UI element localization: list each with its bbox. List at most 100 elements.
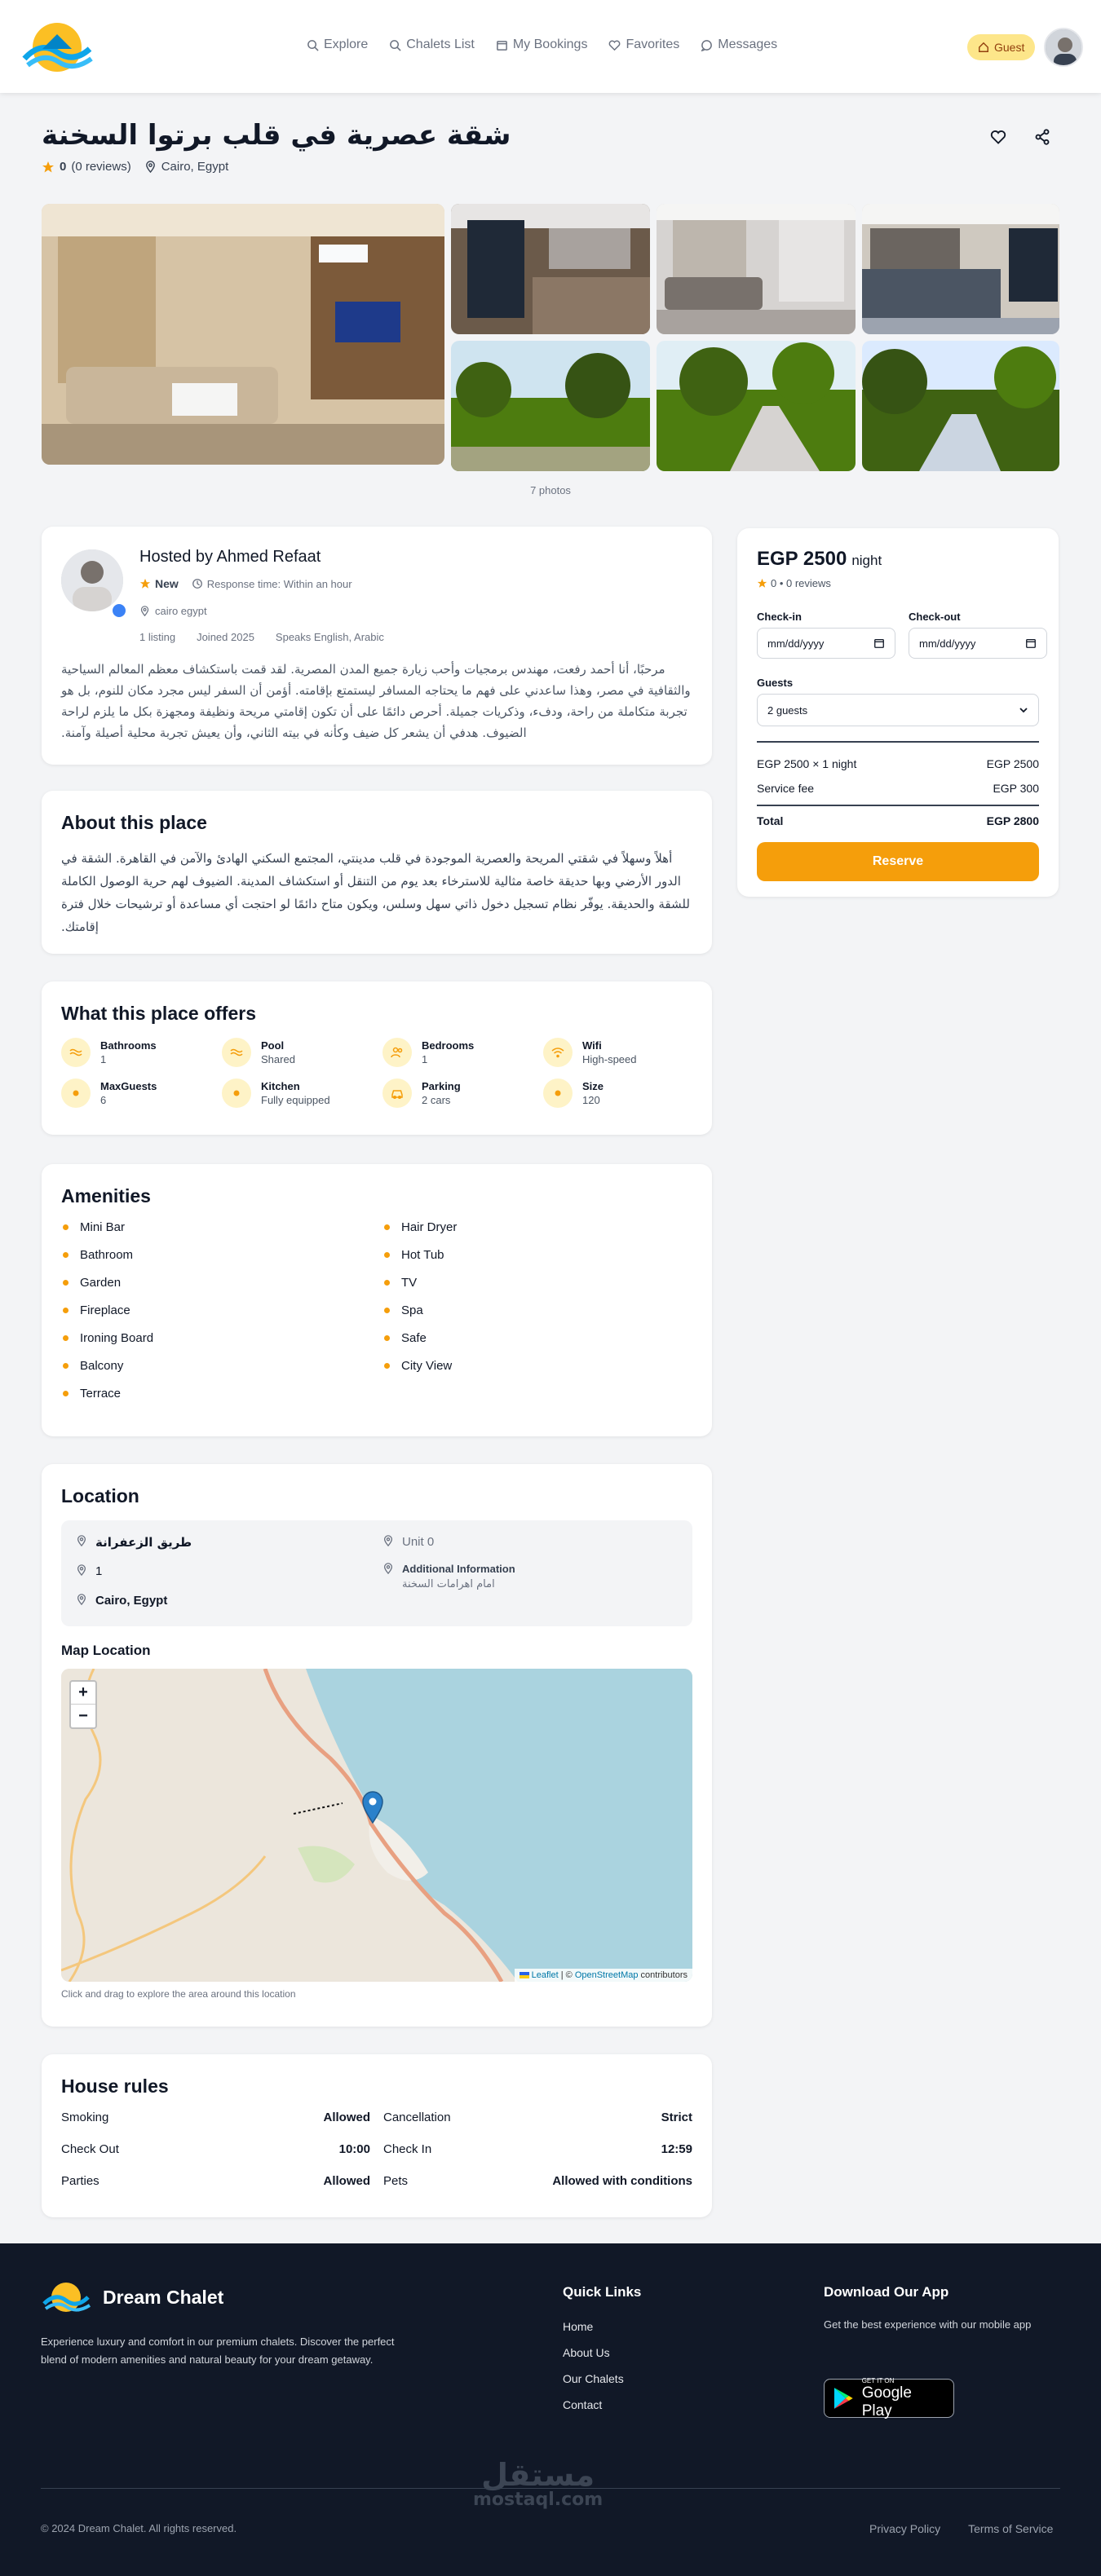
star-icon [139, 578, 151, 589]
map-zoom-control: + − [69, 1680, 97, 1729]
map-pin-icon [77, 1594, 86, 1605]
street-value: طريق الزعفرانة [95, 1535, 192, 1550]
amenity-item: Terrace [61, 1387, 382, 1400]
host-bio: مرحبًا، أنا أحمد رفعت، مهندس برمجيات وأح… [61, 662, 691, 740]
photo-garden-3[interactable] [862, 341, 1059, 471]
nav-my-bookings[interactable]: My Bookings [496, 37, 587, 52]
zoom-out-button[interactable]: − [71, 1705, 95, 1727]
footer-brand[interactable]: Dream Chalet [41, 2279, 223, 2315]
bullet-icon [63, 1224, 69, 1230]
service-fee-value: EGP 300 [993, 782, 1039, 795]
home-icon [979, 42, 988, 52]
total-label: Total [757, 814, 784, 827]
amenity-item: Bathroom [61, 1248, 382, 1262]
bullet-icon [384, 1335, 390, 1341]
map-pin-icon [383, 1535, 393, 1546]
amenity-item: Mini Bar [61, 1220, 382, 1234]
avatar[interactable] [1044, 28, 1083, 67]
photo-main[interactable] [42, 204, 444, 465]
nav-explore[interactable]: Explore [307, 37, 368, 52]
offer-sub: 1 [100, 1053, 107, 1065]
checkout-input[interactable]: mm/dd/yyyy [909, 628, 1047, 659]
photo-living[interactable] [657, 204, 856, 334]
host-joined: Joined 2025 [197, 631, 254, 643]
amenity-label: Terrace [80, 1387, 122, 1400]
address-additional: Additional Information امام اهرامات السخ… [382, 1563, 515, 1590]
terms-link[interactable]: Terms of Service [968, 2522, 1053, 2535]
offer-title: Bathrooms [100, 1039, 157, 1052]
nav-messages[interactable]: Messages [701, 37, 777, 52]
photo-count: 7 photos [530, 484, 571, 496]
location-heading: Location [61, 1485, 139, 1506]
logo[interactable] [16, 16, 98, 78]
amenity-item: Hair Dryer [382, 1220, 704, 1234]
location-section: Location طريق الزعفرانة 1 Cairo, Egypt U… [42, 1464, 712, 2027]
rule-row: Cancellation Strict [383, 2111, 692, 2124]
offer-kitchen: Kitchen Fully equipped [222, 1078, 382, 1108]
nav-chalets-list[interactable]: Chalets List [389, 37, 475, 52]
map-marker-icon[interactable] [362, 1791, 383, 1824]
map-heading: Map Location [61, 1643, 151, 1658]
map-pin-icon [140, 606, 149, 616]
amenity-item: Balcony [61, 1359, 382, 1373]
map-view[interactable]: + − Leaflet | © OpenStreetMap contributo… [61, 1669, 692, 1982]
reserve-button[interactable]: Reserve [757, 842, 1039, 881]
google-play-icon [833, 2388, 853, 2409]
offer-title: Pool [261, 1039, 285, 1052]
footer-link-about[interactable]: About Us [563, 2346, 624, 2359]
osm-link[interactable]: OpenStreetMap [575, 1970, 639, 1980]
footer: Dream Chalet Experience luxury and comfo… [0, 2243, 1101, 2576]
reviews-count[interactable]: (0 reviews) [71, 160, 130, 174]
amenity-item: Fireplace [61, 1303, 382, 1317]
photo-kitchen[interactable] [451, 204, 650, 334]
star-icon [42, 161, 54, 172]
zoom-in-button[interactable]: + [71, 1682, 95, 1705]
bullet-icon [384, 1363, 390, 1369]
rule-label: Smoking [61, 2111, 109, 2124]
guest-badge[interactable]: Guest [967, 34, 1036, 60]
nav-favorites[interactable]: Favorites [608, 37, 679, 52]
users-icon [382, 1038, 412, 1067]
store-small-text: GET IT ON [861, 2376, 895, 2384]
rule-row: Pets Allowed with conditions [383, 2174, 692, 2188]
amenity-label: Fireplace [80, 1303, 130, 1317]
amenity-label: Hot Tub [401, 1248, 444, 1262]
navbar: Explore Chalets List My Bookings Favorit… [0, 0, 1101, 93]
about-heading: About this place [61, 812, 207, 833]
star-icon [757, 578, 767, 588]
about-text: أهلاً وسهلاً في شقتي المريحة والعصرية ال… [61, 851, 690, 934]
map-pin-icon [145, 161, 155, 173]
guest-label: Guest [994, 41, 1025, 54]
amenity-label: Bathroom [80, 1248, 134, 1262]
copyright: © 2024 Dream Chalet. All rights reserved… [41, 2522, 237, 2534]
offer-title: Parking [422, 1080, 461, 1092]
nav-messages-label: Messages [718, 37, 778, 51]
footer-link-contact[interactable]: Contact [563, 2398, 624, 2411]
photo-garden-2[interactable] [657, 341, 856, 471]
rule-label: Parties [61, 2174, 99, 2188]
city-value: Cairo, Egypt [95, 1594, 168, 1608]
footer-link-home[interactable]: Home [563, 2320, 624, 2333]
share-button[interactable] [1028, 122, 1057, 152]
rule-row: Check In 12:59 [383, 2142, 692, 2156]
favorite-button[interactable] [984, 122, 1013, 152]
verified-badge-icon [110, 602, 128, 620]
footer-link-chalets[interactable]: Our Chalets [563, 2372, 624, 2385]
leaflet-link[interactable]: Leaflet [532, 1970, 559, 1980]
offer-bathrooms: Bathrooms 1 [61, 1038, 222, 1067]
amenity-item: Safe [382, 1331, 704, 1345]
rule-label: Check In [383, 2142, 432, 2156]
share-icon [1035, 129, 1050, 145]
rule-row: Smoking Allowed [61, 2111, 370, 2124]
privacy-link[interactable]: Privacy Policy [869, 2522, 940, 2535]
bullet-icon [63, 1252, 69, 1258]
address-unit: Unit 0 [382, 1535, 434, 1549]
rule-label: Check Out [61, 2142, 119, 2156]
photo-garden-1[interactable] [451, 341, 650, 471]
guests-select[interactable]: 2 guests [757, 694, 1039, 726]
waves-icon [61, 1038, 91, 1067]
checkin-input[interactable]: mm/dd/yyyy [757, 628, 895, 659]
rule-value: Allowed [323, 2174, 370, 2188]
photo-bedroom[interactable] [862, 204, 1059, 334]
google-play-button[interactable]: GET IT ON Google Play [824, 2376, 954, 2419]
